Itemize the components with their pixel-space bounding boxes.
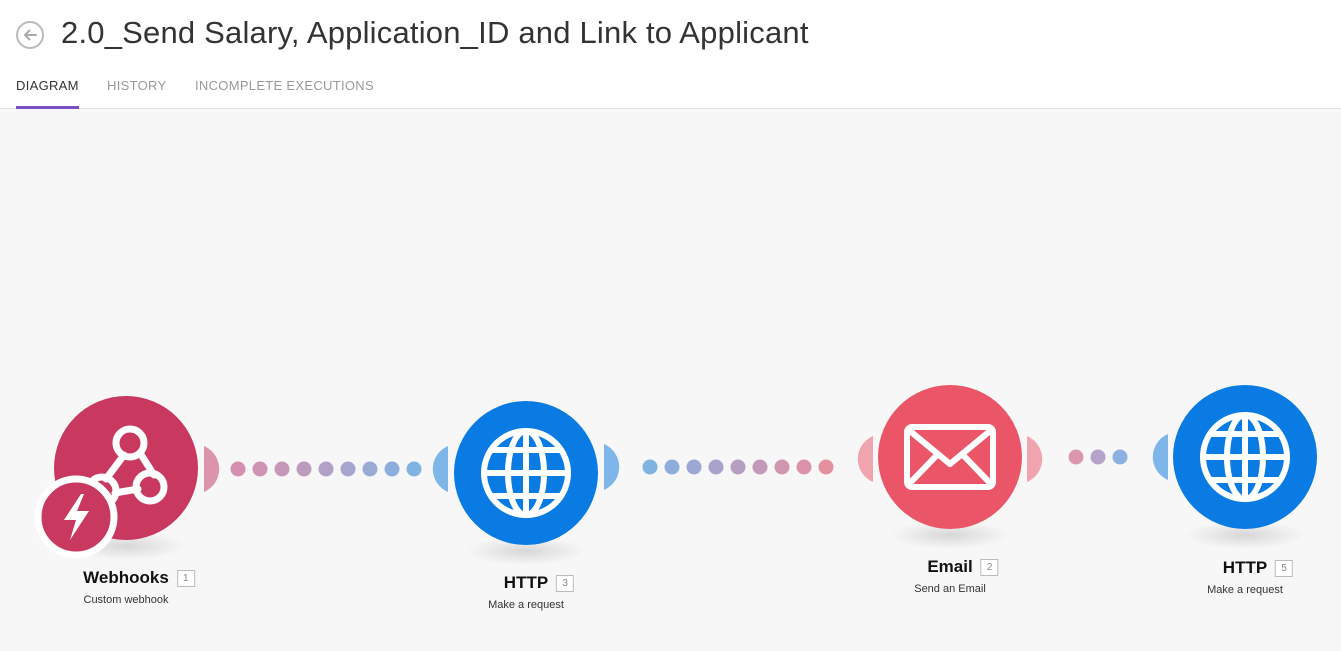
module-label-email[interactable]: Email 2 <box>927 557 999 577</box>
module-name: Email <box>927 557 973 576</box>
connection-http-email[interactable] <box>604 436 873 490</box>
scenario-diagram <box>34 385 1317 565</box>
module-label-webhooks[interactable]: Webhooks 1 <box>83 568 195 588</box>
tab-incomplete-executions[interactable]: INCOMPLETE EXECUTIONS <box>195 78 374 109</box>
globe-icon <box>1200 412 1290 502</box>
globe-icon <box>481 428 571 518</box>
module-label-http-5[interactable]: HTTP 5 <box>1222 558 1294 578</box>
scenario-header: 2.0_Send Salary, Application_ID and Link… <box>0 0 1341 109</box>
module-subtitle: Make a request <box>1207 584 1283 596</box>
module-id-badge: 5 <box>1275 559 1294 577</box>
module-subtitle: Custom webhook <box>83 594 169 606</box>
module-http-5[interactable] <box>1173 385 1317 529</box>
tab-history[interactable]: HISTORY <box>107 78 166 109</box>
module-label-http-3[interactable]: HTTP 3 <box>503 573 575 593</box>
page-title: 2.0_Send Salary, Application_ID and Link… <box>61 15 809 50</box>
module-name: HTTP <box>1222 558 1268 577</box>
tab-diagram[interactable]: DIAGRAM <box>16 78 79 109</box>
module-subtitle: Make a request <box>488 599 564 611</box>
module-http-3[interactable] <box>454 401 598 545</box>
module-webhooks[interactable] <box>34 396 198 559</box>
module-email[interactable] <box>878 385 1022 529</box>
module-subtitle: Send an Email <box>914 583 986 595</box>
module-name: Webhooks <box>83 568 169 587</box>
module-id-badge: 2 <box>980 558 999 576</box>
module-name: HTTP <box>503 573 549 592</box>
module-id-badge: 3 <box>556 574 575 592</box>
back-arrow-icon[interactable] <box>15 20 45 50</box>
scenario-canvas[interactable]: Webhooks 1 Custom webhook HTTP 3 Make a … <box>0 109 1341 651</box>
connection-webhooks-http[interactable] <box>204 446 448 492</box>
connection-email-http[interactable] <box>1027 434 1168 482</box>
module-id-badge: 1 <box>176 569 195 587</box>
